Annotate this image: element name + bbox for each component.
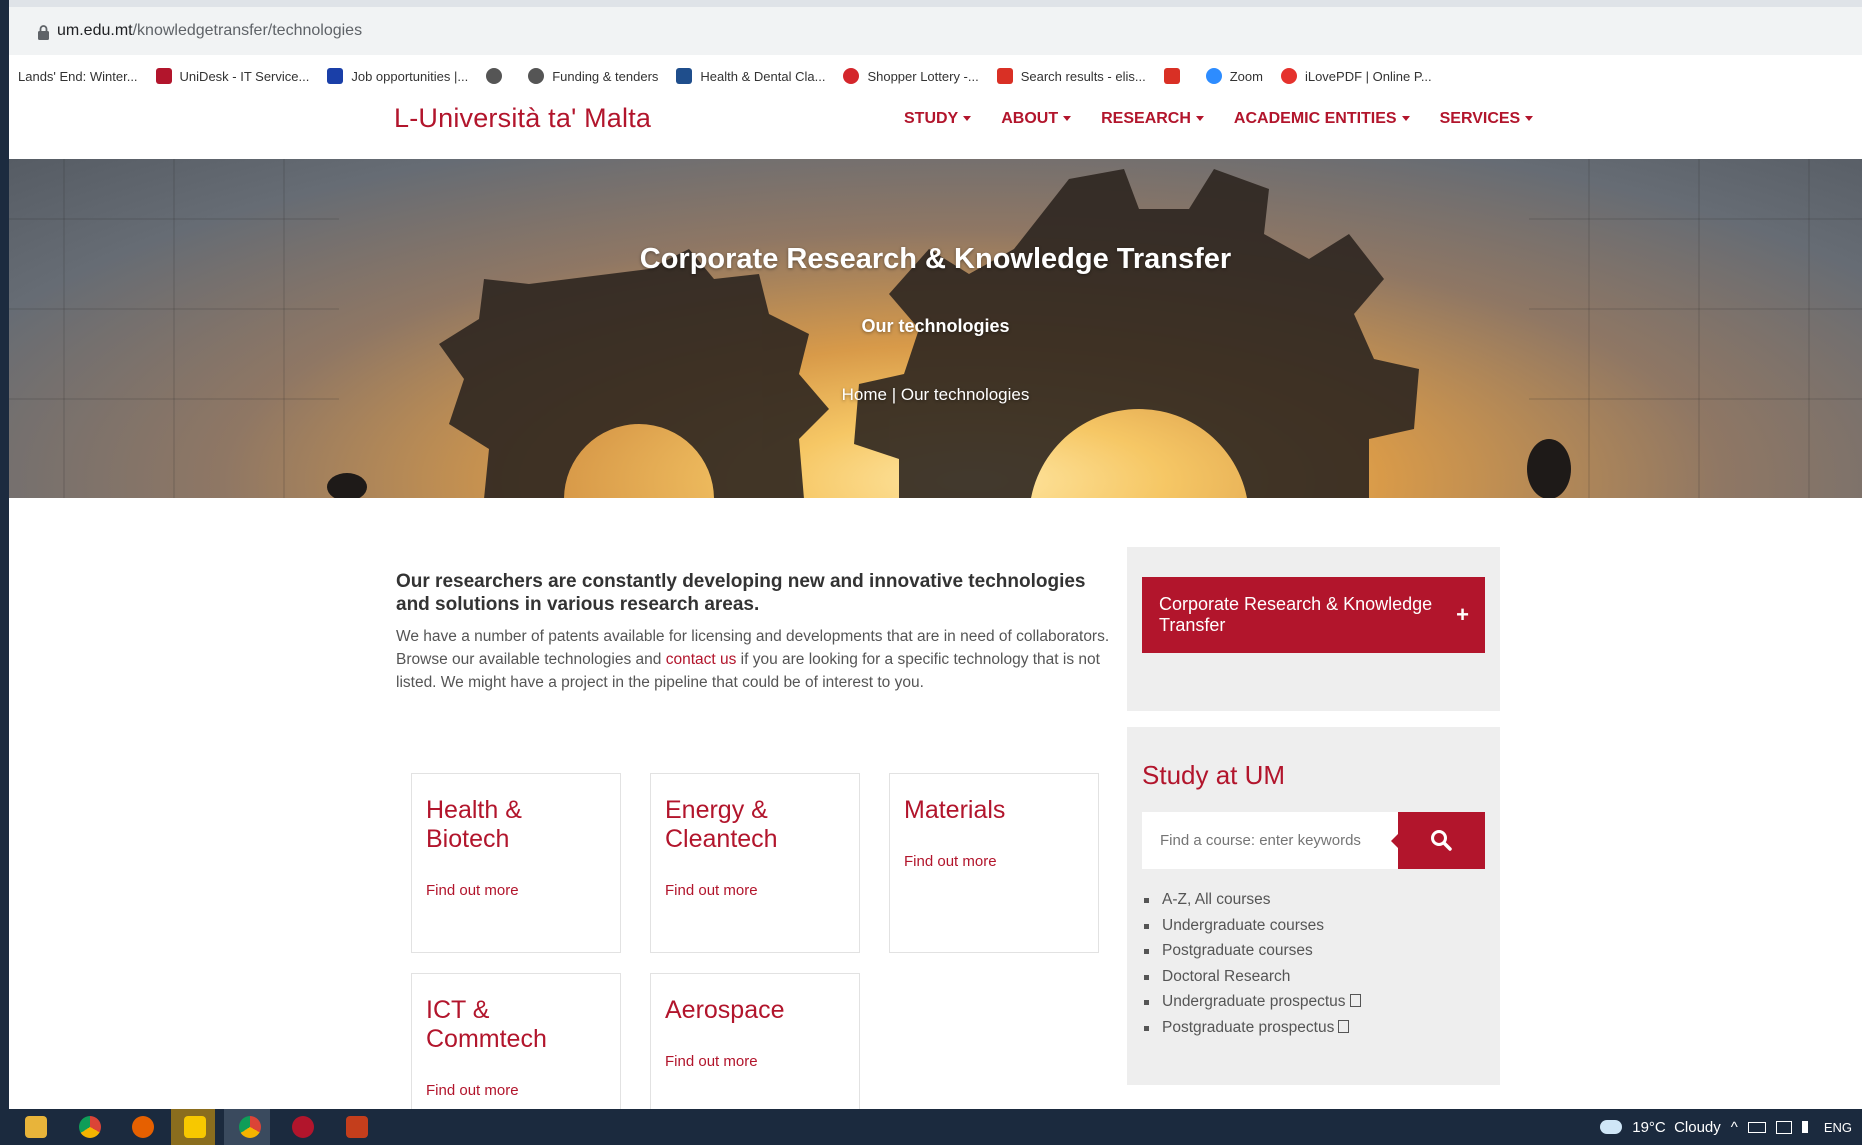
heart-icon (1280, 68, 1297, 84)
aetna-icon (676, 68, 693, 84)
link-postgraduate-prospectus[interactable]: Postgraduate prospectus (1142, 1015, 1361, 1041)
find-out-more-link[interactable]: Find out more (426, 882, 519, 899)
bookmarks-bar: Lands' End: Winter... UniDesk - IT Servi… (9, 55, 1862, 98)
nav-academic-entities[interactable]: ACADEMIC ENTITIES (1234, 110, 1410, 128)
find-out-more-link[interactable]: Find out more (904, 853, 997, 870)
bookmark-health-dental[interactable]: Health & Dental Cla... (676, 68, 825, 84)
breadcrumb-current: Our technologies (900, 385, 1030, 404)
globe-icon (528, 68, 545, 84)
find-out-more-link[interactable]: Find out more (665, 882, 758, 899)
caret-down-icon (963, 116, 972, 122)
sidebar-menu-box: Corporate Research & Knowledge Transfer … (1127, 547, 1500, 711)
firefox-icon[interactable] (132, 1116, 154, 1138)
plus-icon[interactable]: + (1456, 602, 1469, 628)
menu-button-label: Corporate Research & Knowledge Transfer (1159, 594, 1433, 635)
link-undergraduate-courses[interactable]: Undergraduate courses (1142, 913, 1361, 939)
address-bar[interactable]: um.edu.mt/knowledgetransfer/technologies (9, 7, 1862, 56)
caret-down-icon (1401, 116, 1410, 122)
volume-icon[interactable] (1801, 1121, 1814, 1133)
sticky-notes-icon[interactable] (184, 1116, 206, 1138)
network-icon[interactable] (1775, 1120, 1792, 1134)
study-title: Study at UM (1142, 760, 1286, 790)
link-az-courses[interactable]: A-Z, All courses (1142, 887, 1361, 913)
chrome-icon[interactable] (239, 1116, 261, 1138)
lock-icon (38, 25, 49, 40)
card-title[interactable]: ICT & Commtech (426, 996, 576, 1054)
caret-down-icon (1195, 116, 1204, 122)
bookmark-job-opportunities[interactable]: Job opportunities |... (327, 68, 468, 84)
bookmark-zoom[interactable]: Zoom (1205, 68, 1263, 84)
hero-banner: Corporate Research & Knowledge Transfer … (9, 159, 1862, 498)
search-icon (1431, 830, 1452, 851)
card-energy-cleantech[interactable]: Energy & Cleantech Find out more (650, 773, 860, 953)
site-header: L-Università ta' Malta STUDY ABOUT RESEA… (9, 97, 1862, 159)
hero-title: Corporate Research & Knowledge Transfer (639, 243, 1232, 275)
card-health-biotech[interactable]: Health & Biotech Find out more (411, 773, 621, 953)
file-explorer-icon[interactable] (25, 1116, 47, 1138)
cloud-icon (1600, 1120, 1623, 1134)
tab-strip (9, 0, 1862, 7)
system-tray: 19°C Cloudy ^ ENG (1600, 1109, 1852, 1145)
link-undergraduate-prospectus[interactable]: Undergraduate prospectus (1142, 989, 1361, 1015)
card-materials[interactable]: Materials Find out more (889, 773, 1099, 953)
gmail-icon (996, 68, 1013, 84)
nav-about[interactable]: ABOUT (1001, 110, 1072, 128)
hero-subtitle: Our technologies (861, 316, 1010, 336)
card-title[interactable]: Aerospace (665, 996, 785, 1025)
globe-icon (486, 68, 503, 84)
eu-flag-icon (327, 68, 344, 84)
weather-text[interactable]: 19°C Cloudy (1632, 1119, 1721, 1136)
breadcrumb-separator: | (886, 385, 901, 404)
find-out-more-link[interactable]: Find out more (426, 1082, 519, 1099)
study-links-list: A-Z, All courses Undergraduate courses P… (1142, 887, 1361, 1040)
card-title[interactable]: Health & Biotech (426, 796, 576, 854)
bookmark-shopper-lottery[interactable]: Shopper Lottery -... (843, 68, 979, 84)
knowledge-transfer-menu-button[interactable]: Corporate Research & Knowledge Transfer … (1142, 577, 1485, 653)
bookmark-gmail-search[interactable]: Search results - elis... (996, 68, 1146, 84)
card-title[interactable]: Energy & Cleantech (665, 796, 815, 854)
bookmark-lands-end[interactable]: Lands' End: Winter... (18, 69, 138, 84)
find-out-more-link[interactable]: Find out more (665, 1053, 758, 1070)
main-nav: STUDY ABOUT RESEARCH ACADEMIC ENTITIES S… (904, 110, 1563, 128)
link-doctoral-research[interactable]: Doctoral Research (1142, 964, 1361, 990)
bookmark-unidesk[interactable]: UniDesk - IT Service... (155, 68, 309, 84)
language-indicator[interactable]: ENG (1824, 1120, 1852, 1135)
card-aerospace[interactable]: Aerospace Find out more (650, 973, 860, 1109)
pdf-icon (1349, 994, 1361, 1007)
breadcrumb-home[interactable]: Home (842, 385, 887, 404)
taskbar: 19°C Cloudy ^ ENG (0, 1109, 1862, 1145)
study-at-um-box: Study at UM A-Z, All courses Undergradua… (1127, 727, 1500, 1085)
card-title[interactable]: Materials (904, 796, 1005, 825)
breadcrumb: Home | Our technologies (9, 385, 1862, 405)
card-ict-commtech[interactable]: ICT & Commtech Find out more (411, 973, 621, 1109)
chevron-up-icon[interactable]: ^ (1731, 1119, 1738, 1136)
gmail-icon (1163, 68, 1180, 84)
nav-services[interactable]: SERVICES (1440, 110, 1534, 128)
battery-icon[interactable] (1747, 1121, 1766, 1133)
bookmark-globe[interactable] (486, 68, 510, 84)
browser-window: um.edu.mt/knowledgetransfer/technologies… (9, 0, 1862, 1109)
bookmark-funding[interactable]: Funding & tenders (528, 68, 658, 84)
intro-text: We have a number of patents available fo… (396, 628, 1110, 691)
caret-down-icon (1063, 116, 1072, 122)
zoom-icon (1205, 68, 1222, 84)
caret-down-icon (1525, 116, 1534, 122)
search-button[interactable] (1391, 812, 1485, 869)
site-logo[interactable]: L-Università ta' Malta (394, 103, 651, 134)
bird-icon (843, 68, 860, 84)
nav-study[interactable]: STUDY (904, 110, 972, 128)
bookmark-ilovepdf[interactable]: iLovePDF | Online P... (1280, 68, 1432, 84)
intro-heading: Our researchers are constantly developin… (396, 571, 1086, 615)
url-text[interactable]: um.edu.mt/knowledgetransfer/technologies (57, 22, 362, 40)
link-postgraduate-courses[interactable]: Postgraduate courses (1142, 938, 1361, 964)
um-icon (155, 68, 172, 84)
chrome-icon[interactable] (79, 1116, 101, 1138)
powerpoint-icon[interactable] (346, 1116, 368, 1138)
bookmark-gmail[interactable] (1163, 68, 1188, 84)
contact-us-link[interactable]: contact us (666, 651, 737, 668)
um-app-icon[interactable] (292, 1116, 314, 1138)
nav-research[interactable]: RESEARCH (1101, 110, 1204, 128)
pdf-icon (1338, 1019, 1350, 1033)
course-search-input[interactable] (1142, 812, 1398, 869)
